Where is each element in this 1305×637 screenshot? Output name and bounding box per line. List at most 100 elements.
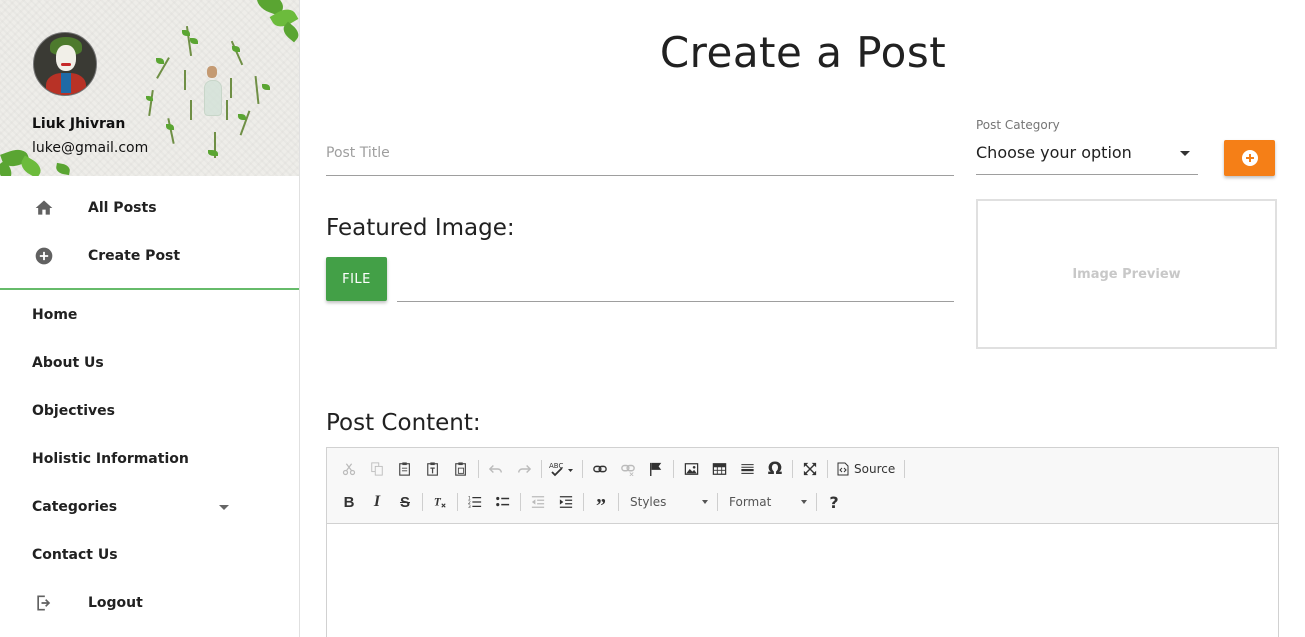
add-category-button[interactable] xyxy=(1224,140,1275,176)
italic-button[interactable]: I xyxy=(363,490,391,514)
redo-icon[interactable] xyxy=(510,457,538,481)
nav-item-all-posts[interactable]: All Posts xyxy=(0,184,299,232)
file-path-input[interactable] xyxy=(397,262,954,302)
logout-icon xyxy=(34,593,54,613)
table-icon[interactable] xyxy=(705,457,733,481)
toolbar-separator xyxy=(816,493,817,511)
bulleted-list-icon[interactable] xyxy=(489,490,517,514)
user-email: luke@gmail.com xyxy=(32,140,149,156)
toolbar-separator xyxy=(717,493,718,511)
post-title-input[interactable]: Post Title xyxy=(326,140,954,176)
outdent-icon[interactable] xyxy=(524,490,552,514)
copy-icon[interactable] xyxy=(363,457,391,481)
toolbar-separator xyxy=(583,493,584,511)
nav-item-holistic-information[interactable]: Holistic Information xyxy=(0,435,299,483)
nav-item-logout[interactable]: Logout xyxy=(0,579,299,627)
paste-word-icon[interactable] xyxy=(447,457,475,481)
toolbar-separator xyxy=(457,493,458,511)
toolbar-separator xyxy=(478,460,479,478)
nav-item-label: Home xyxy=(32,307,78,323)
add-circle-icon xyxy=(34,246,54,266)
spellcheck-icon[interactable]: ABC xyxy=(545,457,579,481)
format-label: Format xyxy=(729,495,772,509)
editor-toolbar-row-1: ABC Ω Source xyxy=(335,456,908,482)
toolbar-separator xyxy=(792,460,793,478)
toolbar-separator xyxy=(673,460,674,478)
image-preview-label: Image Preview xyxy=(1072,266,1181,282)
numbered-list-icon[interactable]: 123 xyxy=(461,490,489,514)
anchor-icon[interactable] xyxy=(642,457,670,481)
user-name: Liuk Jhivran xyxy=(32,116,126,132)
post-category-select[interactable]: Choose your option xyxy=(976,138,1198,175)
nav-item-label: Logout xyxy=(88,595,143,611)
post-category-selected: Choose your option xyxy=(976,143,1132,162)
svg-text:3: 3 xyxy=(468,504,471,509)
file-button[interactable]: FILE xyxy=(326,257,387,301)
dropdown-arrow-icon xyxy=(702,500,708,504)
nav-item-label: Objectives xyxy=(32,403,115,419)
page-title: Create a Post xyxy=(659,28,947,77)
help-button[interactable]: ? xyxy=(820,490,848,514)
nav-item-objectives[interactable]: Objectives xyxy=(0,387,299,435)
editor-toolbar: ABC Ω Source B I S T 1 2 3 ” Styles Form… xyxy=(327,448,1278,524)
image-preview: Image Preview xyxy=(976,199,1277,349)
paste-text-icon[interactable] xyxy=(419,457,447,481)
styles-dropdown[interactable]: Styles xyxy=(622,491,714,513)
toolbar-separator xyxy=(520,493,521,511)
link-icon[interactable] xyxy=(586,457,614,481)
rich-text-editor: ABC Ω Source B I S T 1 2 3 ” Styles Form… xyxy=(326,447,1279,637)
sidebar: Liuk Jhivran luke@gmail.com All Posts Cr… xyxy=(0,0,300,637)
toolbar-separator xyxy=(582,460,583,478)
user-view-background: Liuk Jhivran luke@gmail.com xyxy=(0,0,299,176)
remove-format-icon[interactable]: T xyxy=(426,490,454,514)
horizontal-rule-icon[interactable] xyxy=(733,457,761,481)
image-icon[interactable] xyxy=(677,457,705,481)
nav-item-home[interactable]: Home xyxy=(0,291,299,339)
cut-icon[interactable] xyxy=(335,457,363,481)
toolbar-separator xyxy=(904,460,906,478)
source-button[interactable]: Source xyxy=(831,457,901,481)
home-icon xyxy=(34,198,54,218)
post-category-label: Post Category xyxy=(976,118,1060,132)
nav-item-create-post[interactable]: Create Post xyxy=(0,232,299,280)
caret-down-icon xyxy=(219,505,229,510)
post-content-heading: Post Content: xyxy=(326,410,481,436)
nav-item-label: Create Post xyxy=(88,248,181,264)
unlink-icon[interactable] xyxy=(614,457,642,481)
svg-text:T: T xyxy=(434,497,442,509)
nav-item-about-us[interactable]: About Us xyxy=(0,339,299,387)
dropdown-arrow-icon xyxy=(1180,151,1190,156)
special-char-icon[interactable]: Ω xyxy=(761,457,789,481)
add-circle-icon xyxy=(1241,150,1258,166)
bold-button[interactable]: B xyxy=(335,490,363,514)
maximize-icon[interactable] xyxy=(796,457,824,481)
nav-item-categories[interactable]: Categories xyxy=(0,483,299,531)
editor-content-area[interactable] xyxy=(327,524,1278,637)
dropdown-arrow-icon xyxy=(801,500,807,504)
avatar[interactable] xyxy=(33,32,97,96)
format-dropdown[interactable]: Format xyxy=(721,491,813,513)
main-content: Create a Post Post Title Post Category C… xyxy=(301,0,1305,637)
styles-label: Styles xyxy=(630,495,667,509)
nav-item-label: About Us xyxy=(32,355,104,371)
blockquote-icon[interactable]: ” xyxy=(587,490,615,517)
source-icon xyxy=(837,462,849,476)
toolbar-separator xyxy=(618,493,619,511)
nav-item-label: Holistic Information xyxy=(32,451,189,467)
sidebar-divider xyxy=(0,288,299,290)
indent-icon[interactable] xyxy=(552,490,580,514)
toolbar-separator xyxy=(422,493,423,511)
strike-button[interactable]: S xyxy=(391,490,419,514)
paste-icon[interactable] xyxy=(391,457,419,481)
nav-item-label: Categories xyxy=(32,499,118,515)
source-label: Source xyxy=(854,462,896,476)
toolbar-separator xyxy=(827,460,828,478)
nav-item-contact-us[interactable]: Contact Us xyxy=(0,531,299,579)
nav-item-label: Contact Us xyxy=(32,547,118,563)
editor-toolbar-row-2: B I S T 123 ” Styles Format ? xyxy=(335,489,848,517)
post-title-placeholder: Post Title xyxy=(326,145,390,161)
nav-item-label: All Posts xyxy=(88,200,157,216)
toolbar-separator xyxy=(541,460,542,478)
featured-image-heading: Featured Image: xyxy=(326,215,515,241)
undo-icon[interactable] xyxy=(482,457,510,481)
